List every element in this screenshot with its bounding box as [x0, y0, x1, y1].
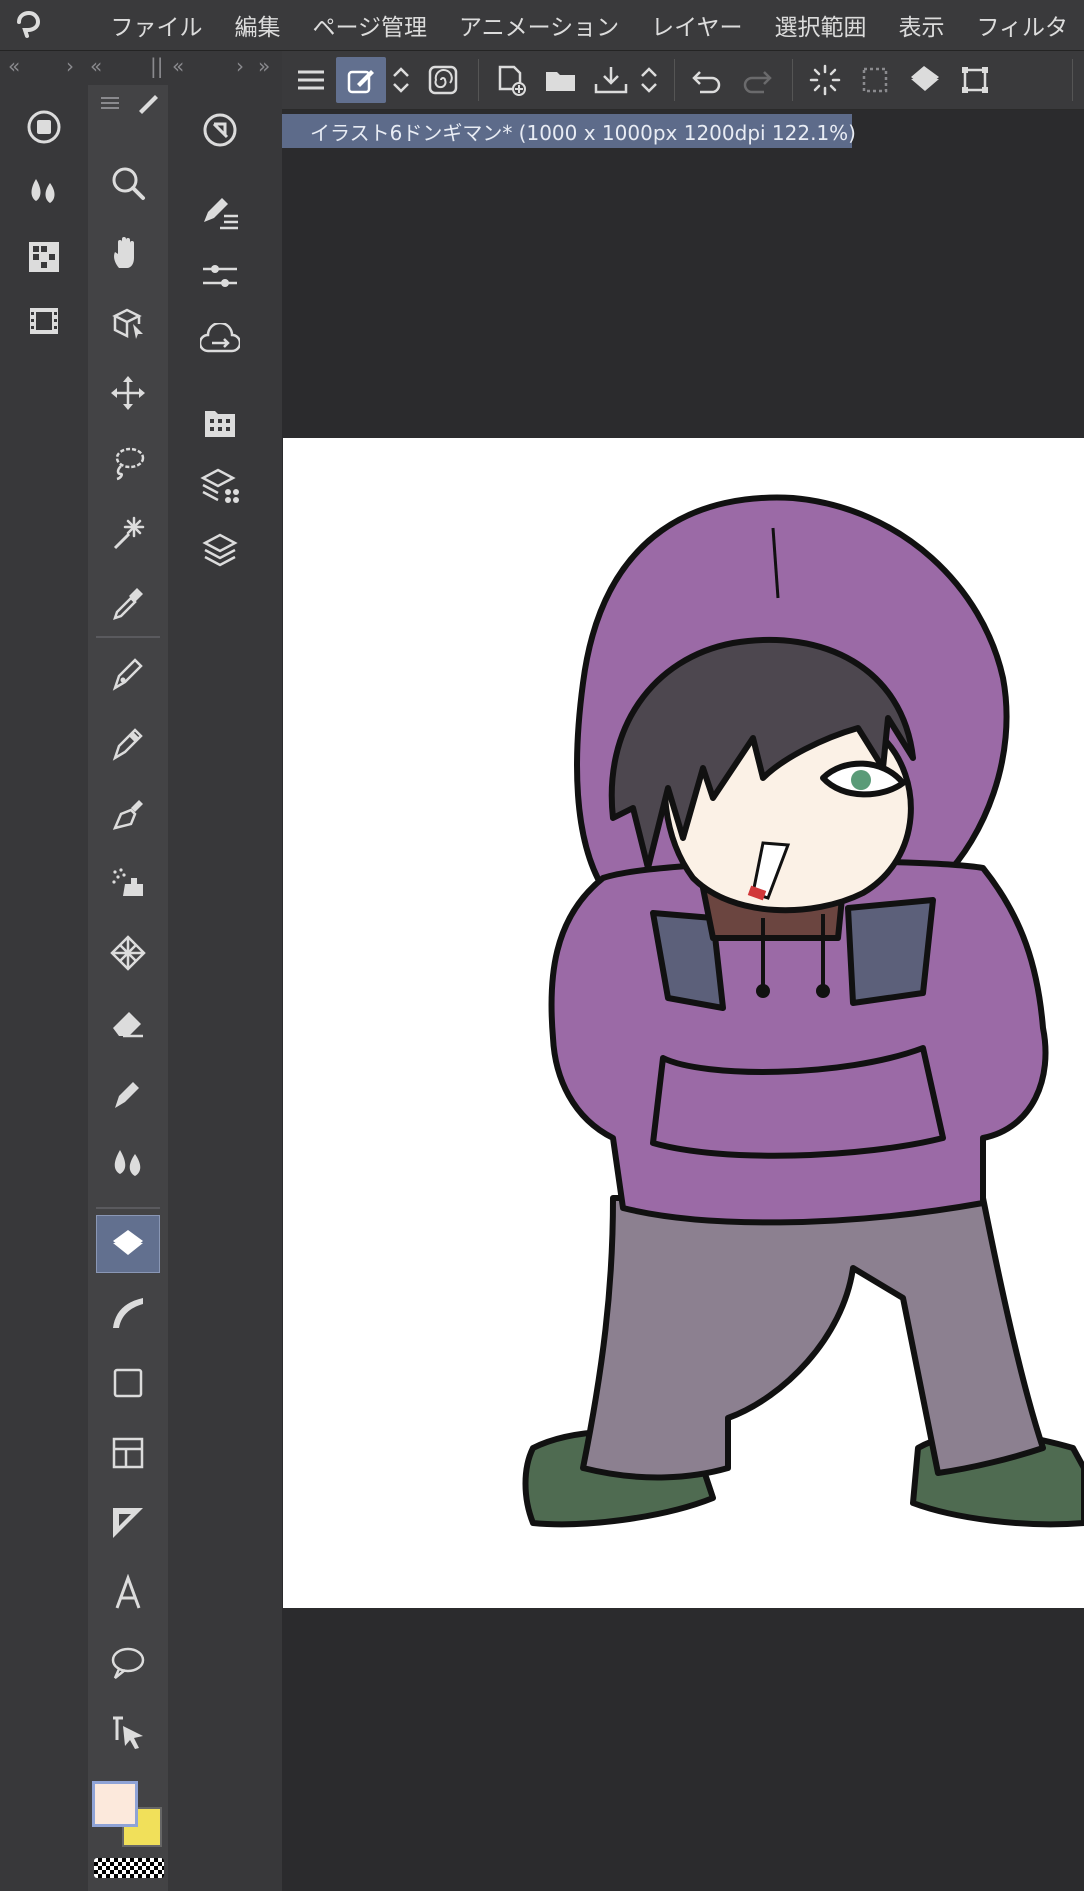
app-window: ファイル 編集 ページ管理 アニメーション レイヤー 選択範囲 表示 フィルタ …: [0, 0, 1084, 1891]
tool-detail-icon[interactable]: [190, 251, 250, 301]
toolbar-divider: [478, 59, 479, 101]
tool-group-divider: [96, 1207, 160, 1209]
menu-view[interactable]: 表示: [882, 8, 960, 42]
hand-icon[interactable]: [96, 225, 160, 281]
tool-bar: [88, 85, 168, 1891]
edit-pen-icon[interactable]: [336, 57, 386, 103]
frame-icon[interactable]: [96, 1425, 160, 1481]
canvas-paper[interactable]: [283, 438, 1084, 1608]
expand-far-button[interactable]: »: [258, 54, 270, 78]
fill-icon[interactable]: [900, 57, 950, 103]
character-illustration: [522, 494, 1084, 1528]
up-down-icon[interactable]: [386, 57, 416, 103]
ruler-icon[interactable]: [96, 1495, 160, 1551]
eraser-icon[interactable]: [96, 995, 160, 1051]
brush-size-icon[interactable]: [20, 169, 68, 213]
redo-icon[interactable]: [732, 57, 782, 103]
lasso-icon[interactable]: [96, 435, 160, 491]
expand-left-button[interactable]: ›: [66, 54, 74, 78]
balloon-icon[interactable]: [96, 1635, 160, 1691]
layer-icon[interactable]: [190, 525, 250, 575]
new-file-icon[interactable]: [486, 57, 536, 103]
brush-icon[interactable]: [96, 785, 160, 841]
layer-property-icon[interactable]: [190, 461, 250, 511]
deselect-icon[interactable]: [850, 57, 900, 103]
sync-icon[interactable]: [190, 315, 250, 365]
pen-shortcut-icon[interactable]: [130, 89, 166, 117]
material-panel-icon[interactable]: [190, 397, 250, 447]
magic-wand-icon[interactable]: [96, 505, 160, 561]
menu-page[interactable]: ページ管理: [297, 8, 444, 42]
material-icon[interactable]: [20, 235, 68, 279]
menu-layer[interactable]: レイヤー: [635, 8, 758, 42]
pencil-icon[interactable]: [96, 715, 160, 771]
palette-bar: [0, 85, 88, 1891]
save-icon[interactable]: [586, 57, 636, 103]
blur-drop-icon[interactable]: [96, 1135, 160, 1191]
figure-icon[interactable]: [96, 1355, 160, 1411]
menu-bar: ファイル 編集 ページ管理 アニメーション レイヤー 選択範囲 表示 フィルタ: [0, 0, 1084, 51]
fill-icon[interactable]: [96, 1215, 160, 1273]
menu-icon[interactable]: [286, 57, 336, 103]
toolbar-divider: [792, 59, 793, 101]
undo-icon[interactable]: [682, 57, 732, 103]
navigator-icon[interactable]: [190, 105, 250, 155]
document-tab[interactable]: イラスト6ドンギマン* (1000 x 1000px 1200dpi 122.1…: [282, 114, 856, 148]
panel-bar: [168, 85, 282, 1891]
menu-filter[interactable]: フィルタ: [960, 8, 1084, 42]
menu-edit[interactable]: 編集: [219, 8, 297, 42]
panel-dock-header: « › « || « › »: [0, 51, 282, 85]
document-title: イラスト6ドンギマン* (1000 x 1000px 1200dpi 122.1…: [310, 120, 856, 145]
menu-animation[interactable]: アニメーション: [443, 8, 635, 42]
decoration-icon[interactable]: [96, 925, 160, 981]
open-file-icon[interactable]: [536, 57, 586, 103]
command-bar: [282, 51, 1084, 110]
expand-right-button[interactable]: ›: [236, 54, 244, 78]
tool-group-divider: [96, 636, 160, 638]
up-down-icon[interactable]: [634, 57, 664, 103]
timeline-icon[interactable]: [20, 299, 68, 343]
collapse-mid-button[interactable]: «: [90, 54, 102, 78]
move-icon[interactable]: [96, 365, 160, 421]
zoom-icon[interactable]: [96, 155, 160, 211]
transparent-color-swatch[interactable]: [94, 1858, 164, 1878]
swirl-icon[interactable]: [418, 57, 468, 103]
collapse-right-button[interactable]: «: [172, 54, 184, 78]
object-select-icon[interactable]: [96, 295, 160, 351]
app-logo-icon[interactable]: [0, 0, 55, 50]
gradient-icon[interactable]: [96, 1285, 160, 1341]
text-icon[interactable]: [96, 1565, 160, 1621]
transform-icon[interactable]: [950, 57, 1000, 103]
panel-grip-handle[interactable]: ||: [150, 54, 163, 78]
sub-view-icon[interactable]: [20, 105, 68, 149]
main-color-swatch[interactable]: [92, 1781, 138, 1827]
clear-icon[interactable]: [800, 57, 850, 103]
toolbar-divider: [1072, 59, 1073, 101]
pen-icon[interactable]: [96, 645, 160, 701]
collapse-left-button[interactable]: «: [8, 54, 20, 78]
tool-property-icon[interactable]: [190, 187, 250, 237]
airbrush-icon[interactable]: [96, 855, 160, 911]
toolbar-divider: [674, 59, 675, 101]
eyedropper-icon[interactable]: [96, 575, 160, 631]
menu-selection[interactable]: 選択範囲: [758, 8, 882, 42]
blend-icon[interactable]: [96, 1065, 160, 1121]
tool-list-icon[interactable]: [92, 89, 128, 117]
correct-line-icon[interactable]: [96, 1705, 160, 1761]
menu-file[interactable]: ファイル: [55, 8, 219, 42]
